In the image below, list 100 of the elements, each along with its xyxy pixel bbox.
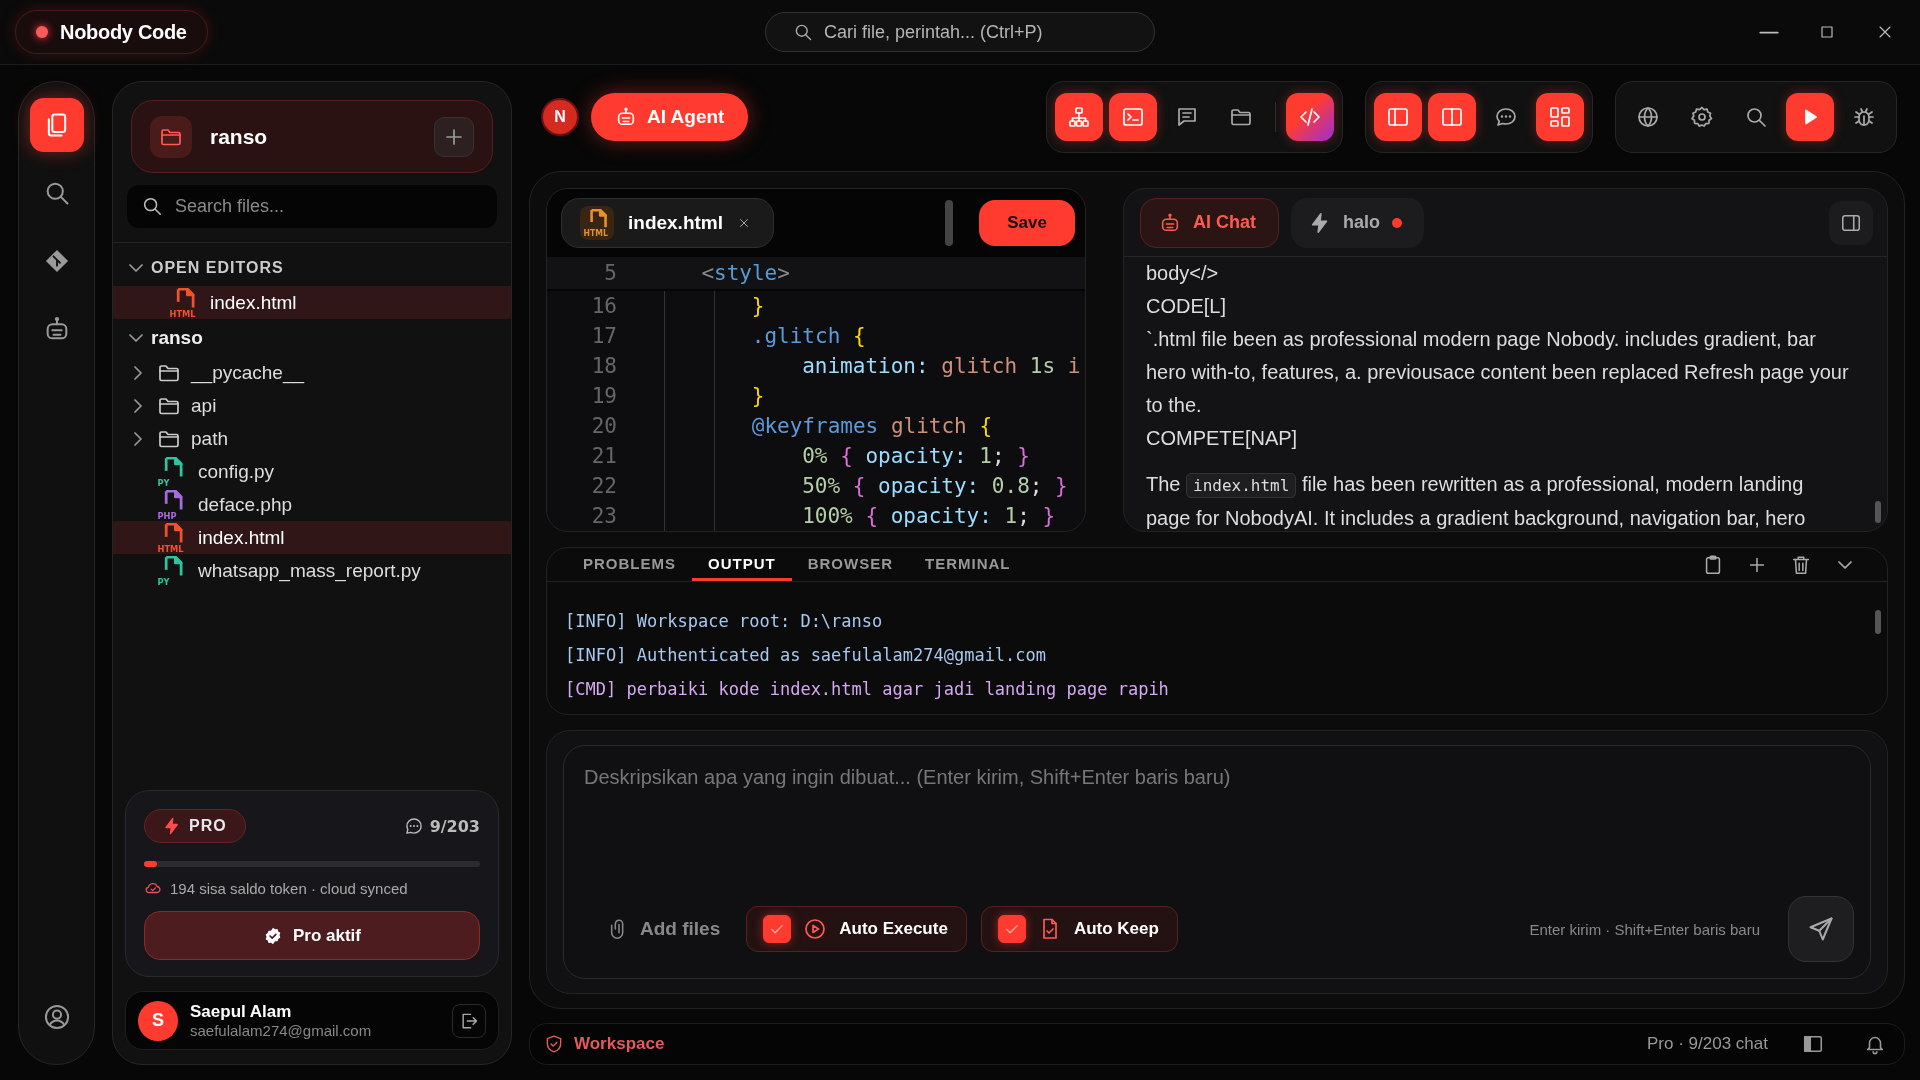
chevron-icon	[134, 398, 142, 413]
checkbox[interactable]	[763, 915, 792, 943]
scrollbar-thumb	[1875, 610, 1881, 634]
toolbar-button[interactable]	[1109, 93, 1157, 141]
project-card[interactable]: ranso	[131, 100, 493, 173]
token-note: 194 sisa saldo token · cloud synced	[170, 879, 408, 897]
chevron-icon	[129, 263, 143, 272]
user-avatar: S	[138, 1000, 178, 1041]
line-number: 16	[590, 294, 617, 318]
play-circle-icon	[803, 917, 828, 941]
add-files-button[interactable]: Add files	[584, 918, 733, 940]
message-icon	[1175, 105, 1199, 129]
status-dot	[36, 26, 48, 38]
save-button[interactable]: Save	[979, 200, 1075, 246]
close-icon[interactable]	[737, 216, 751, 230]
chat-tab[interactable]: halo	[1291, 197, 1424, 248]
line-number: 21	[590, 444, 617, 468]
file-row[interactable]: PHP deface.php	[113, 488, 511, 521]
file-search-field[interactable]: Search files...	[127, 185, 497, 228]
grid-icon	[1548, 105, 1572, 129]
line-number: 22	[590, 474, 617, 498]
panel-tab[interactable]: OUTPUT	[692, 548, 792, 581]
panel-tab[interactable]: TERMINAL	[909, 548, 1027, 581]
folder-row[interactable]: __pycache__	[113, 356, 511, 389]
section-header[interactable]: OPEN EDITORS	[113, 249, 511, 286]
bolt-icon	[163, 817, 181, 835]
file-row[interactable]: HTML index.html	[113, 521, 511, 554]
toolbar-button[interactable]	[1055, 93, 1103, 141]
send-icon	[1807, 915, 1835, 943]
toolbar-button[interactable]	[1536, 93, 1584, 141]
explorer-button[interactable]	[29, 98, 84, 152]
chevron-icon	[129, 333, 143, 342]
chevron-icon	[134, 431, 142, 446]
add-button[interactable]	[434, 116, 474, 157]
minimize-icon	[1759, 30, 1779, 34]
file-row[interactable]: PY config.py	[113, 455, 511, 488]
settings-icon	[1690, 105, 1714, 129]
search-icon	[141, 195, 163, 217]
toolbar-button[interactable]	[1374, 93, 1422, 141]
log-line: [INFO] Authenticated as saefulalam274@gmail.com	[565, 644, 1048, 667]
folder-row[interactable]: path	[113, 422, 511, 455]
toolbar-button[interactable]	[1786, 93, 1834, 141]
log-line: [CMD] perbaiki kode index.html agar jadi landing page rapih	[565, 678, 1170, 701]
chevron-icon	[134, 365, 142, 380]
toggle-button[interactable]: Auto Execute	[746, 906, 967, 952]
chat-text: COMPETE[NAP]	[1146, 426, 1299, 451]
chat-text: `.html file been as professional modern page Nobody. includes gradient, bar hero with-to, features, a. previousace content been replaced Refresh page your to the.	[1146, 327, 1850, 418]
terminal-icon	[1121, 105, 1145, 129]
chat-text: CODE[L]	[1146, 294, 1228, 319]
panel-tab[interactable]: BROWSER	[791, 548, 910, 581]
pro-status-button[interactable]: Pro aktif	[144, 911, 480, 960]
toolbar-button[interactable]	[1428, 93, 1476, 141]
code-line: }	[751, 294, 765, 318]
usage-text: Pro · 9/203 chat	[1647, 1034, 1768, 1054]
command-search-field[interactable]: Cari file, perintah... (Ctrl+P)	[765, 12, 1155, 52]
folder-row[interactable]: ranso	[113, 319, 511, 356]
folder-row[interactable]: api	[113, 389, 511, 422]
search-icon	[1744, 105, 1768, 129]
globe-icon	[1636, 105, 1660, 129]
user-avatar: N	[541, 98, 579, 136]
chat-text: body</>	[1146, 261, 1220, 286]
code-line: }	[751, 384, 765, 408]
chat-text: The index.html file has been rewritten as a professional, modern landing page for NobodyAI. It includes a gradient background, navigation bar, hero	[1146, 472, 1807, 531]
logout-button[interactable]	[452, 1003, 486, 1038]
checkbox[interactable]	[997, 915, 1026, 943]
sidebar-icon	[1386, 105, 1410, 129]
plan-badge: PRO	[144, 809, 246, 843]
chevron-icon	[1838, 560, 1852, 569]
panel-tab[interactable]: PROBLEMS	[567, 548, 692, 581]
line-number: 19	[590, 384, 617, 408]
chat-bubble-icon	[1494, 105, 1518, 129]
unread-dot	[1392, 217, 1402, 228]
send-button[interactable]	[1788, 896, 1854, 962]
ai-agent-button[interactable]: AI Agent	[591, 93, 749, 141]
code-line: animation: glitch 1s i	[802, 354, 1081, 378]
toggle-panel-button[interactable]	[1829, 200, 1873, 245]
user-icon	[42, 1003, 71, 1031]
file-row[interactable]: PY whatsapp_mass_report.py	[113, 554, 511, 587]
code-line: 100% { opacity: 1; }	[802, 504, 1056, 528]
chat-tab[interactable]: AI Chat	[1140, 197, 1279, 248]
chat-icon	[403, 816, 424, 836]
project-name: ranso	[210, 124, 269, 149]
trash-icon	[1790, 553, 1812, 576]
code-line: .glitch {	[751, 324, 866, 348]
code-line: <style>	[701, 261, 790, 285]
code-icon	[1298, 105, 1322, 129]
scrollbar-thumb	[1875, 501, 1881, 523]
code-line: 50% { opacity: 0.8; }	[802, 474, 1068, 498]
editor-tab[interactable]: HTML index.html	[561, 198, 774, 248]
file-row[interactable]: HTML index.html	[113, 286, 511, 319]
toolbar-button[interactable]	[1286, 93, 1334, 141]
line-number: 20	[590, 414, 617, 438]
line-number: 18	[590, 354, 617, 378]
line-number: 17	[590, 324, 617, 348]
panel-icon	[1802, 1033, 1824, 1055]
toggle-button[interactable]: Auto Keep	[980, 906, 1178, 952]
tab-title: index.html	[628, 212, 723, 234]
line-number: 23	[590, 504, 617, 528]
prompt-field[interactable]: Deskripsikan apa yang ingin dibuat... (Enter kirim, Shift+Enter baris baru) Add files Auto Execute Auto Keep Enter kirim · Shift+Enter baris baru	[563, 745, 1871, 979]
app-title: Nobody Code	[60, 20, 187, 44]
